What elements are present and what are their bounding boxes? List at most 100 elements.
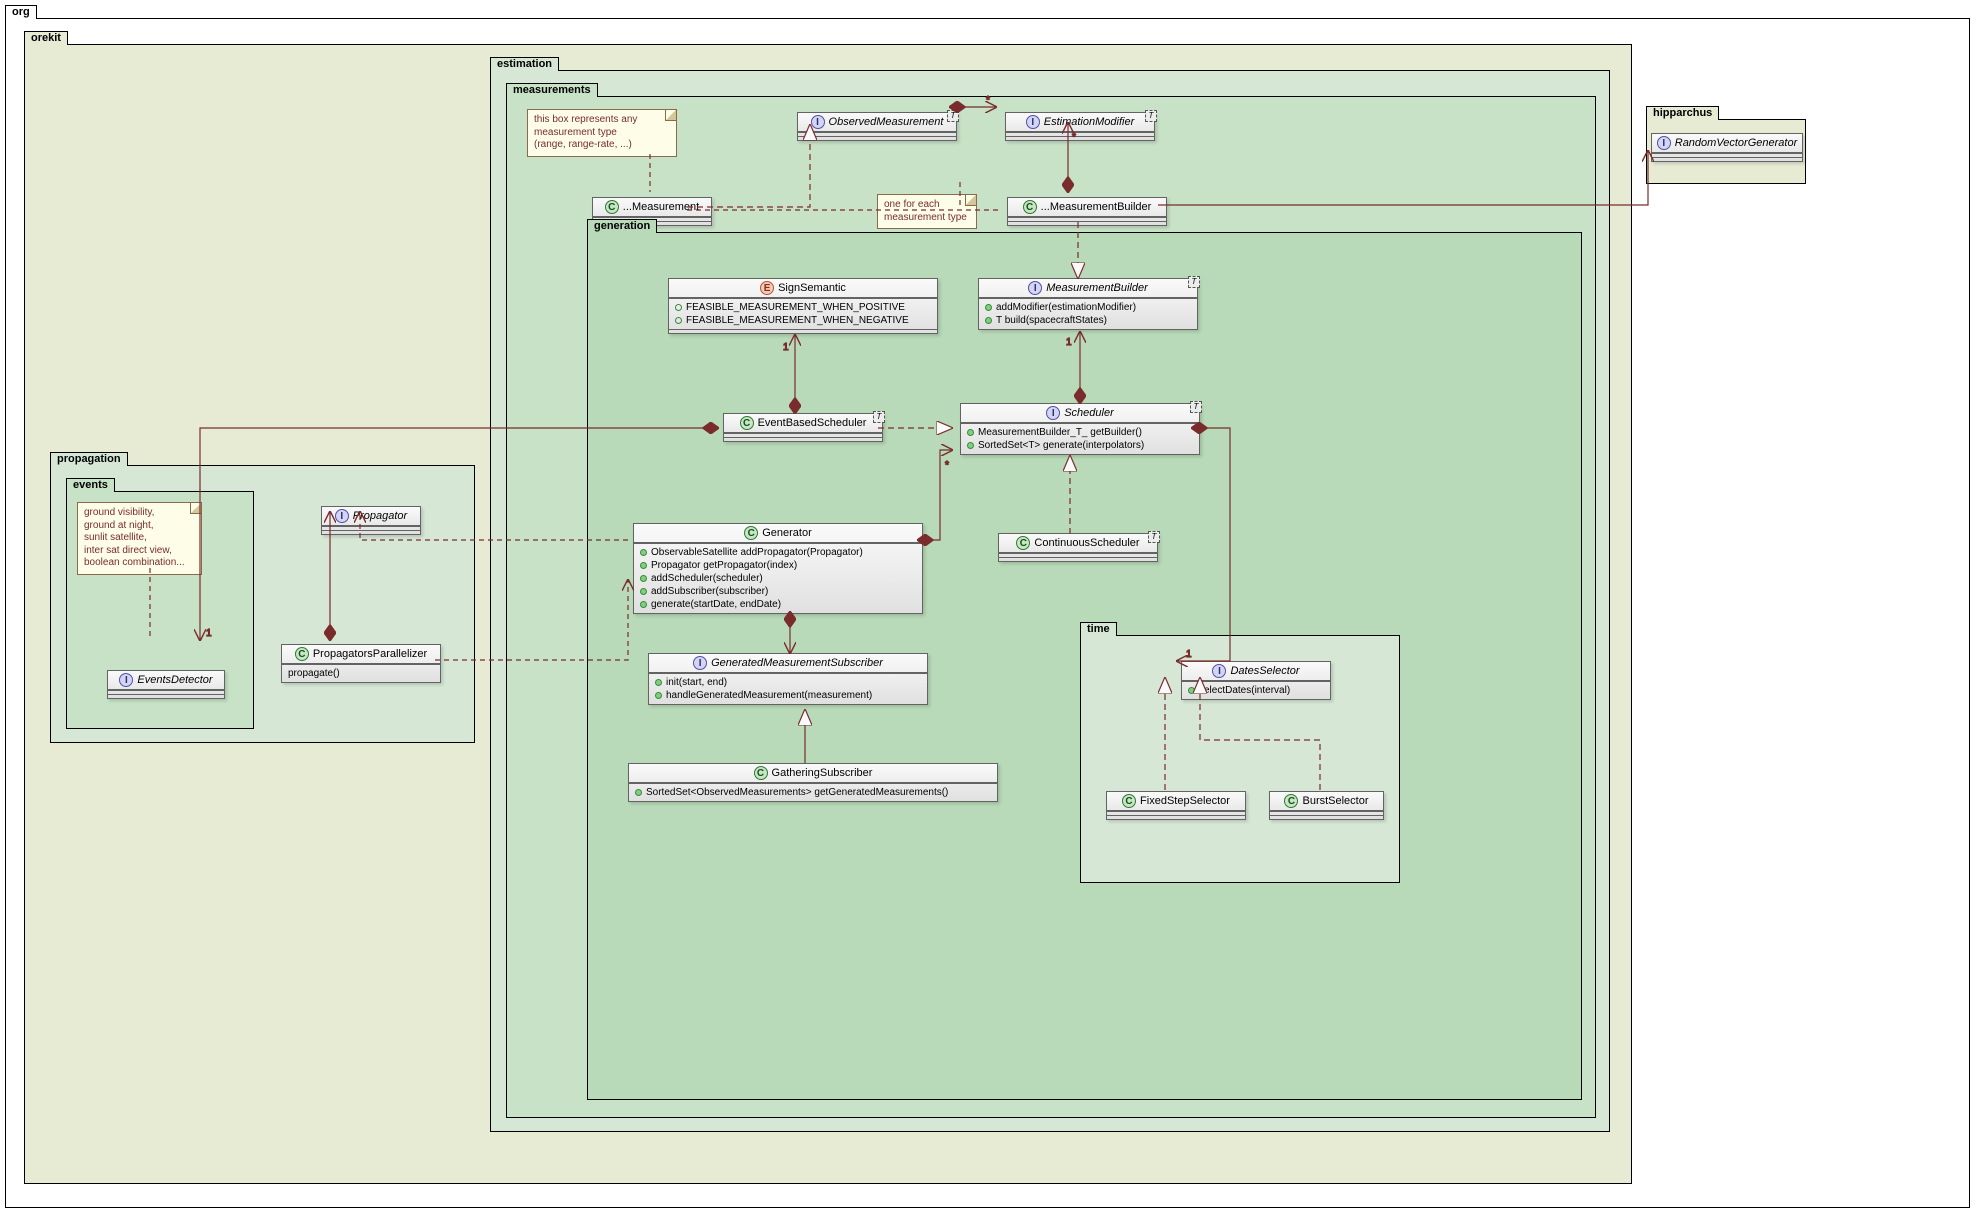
class-title: EstimationModifier: [1044, 116, 1134, 128]
member-dot: [985, 317, 992, 324]
interface-icon: I: [1026, 115, 1040, 129]
member-dot: [655, 692, 662, 699]
class-continuous-scheduler: T C ContinuousScheduler: [998, 533, 1158, 562]
member: addModifier(estimationModifier): [996, 302, 1136, 313]
class-propagator: I Propagator: [321, 506, 421, 535]
member: Propagator getPropagator(index): [651, 560, 797, 571]
package-hipparchus: hipparchus IRandomVectorGenerator: [1646, 119, 1806, 184]
class-title: BurstSelector: [1302, 795, 1368, 807]
class-title: Generator: [762, 527, 812, 539]
class-estimation-modifier: T IEstimationModifier: [1005, 112, 1155, 141]
class-title: ...Measurement: [623, 201, 699, 213]
member: addSubscriber(subscriber): [651, 586, 768, 597]
class-title: ObservedMeasurement: [829, 116, 944, 128]
class-generated-measurement-subscriber: IGeneratedMeasurementSubscriber init(sta…: [648, 653, 928, 705]
member-dot: [655, 679, 662, 686]
member: addScheduler(scheduler): [651, 573, 763, 584]
class-title: PropagatorsParallelizer: [313, 648, 427, 660]
class-icon: C: [744, 526, 758, 540]
member: generate(startDate, endDate): [651, 599, 781, 610]
class-title: DatesSelector: [1230, 665, 1299, 677]
class-title: GatheringSubscriber: [772, 767, 873, 779]
member: T build(spacecraftStates): [996, 315, 1107, 326]
package-estimation: estimation measurements this box represe…: [490, 70, 1610, 1132]
package-orekit: orekit estimation measurements this box …: [24, 44, 1632, 1184]
class-icon: C: [740, 416, 754, 430]
member-dot: [1188, 687, 1195, 694]
class-measurement-builder-concrete: C ...MeasurementBuilder: [1007, 197, 1167, 226]
interface-icon: I: [811, 115, 825, 129]
member-dot: [985, 304, 992, 311]
member-dot: [675, 317, 682, 324]
note-measurement-type: this box represents any measurement type…: [527, 109, 677, 157]
package-tab-estimation: estimation: [490, 57, 559, 71]
package-time: time IDatesSelector selectDates(interval…: [1080, 635, 1400, 883]
package-tab-generation: generation: [587, 219, 657, 233]
package-measurements: measurements this box represents any mea…: [506, 96, 1596, 1118]
note-events: ground visibility, ground at night, sunl…: [77, 502, 202, 575]
class-gathering-subscriber: C GatheringSubscriber SortedSet<ObservedM…: [628, 763, 998, 802]
class-scheduler: T I Scheduler MeasurementBuilder_T_ getBu…: [960, 403, 1200, 455]
package-tab-hipparchus: hipparchus: [1646, 106, 1719, 120]
class-icon: C: [1284, 794, 1298, 808]
package-propagation: propagation events ground visibility, gr…: [50, 465, 475, 743]
class-title: ContinuousScheduler: [1034, 537, 1139, 549]
member-dot: [967, 442, 974, 449]
member-dot: [967, 429, 974, 436]
template-badge: T: [947, 110, 959, 122]
template-badge: T: [1148, 531, 1160, 543]
class-title: EventsDetector: [137, 674, 212, 686]
class-title: ...MeasurementBuilder: [1041, 201, 1152, 213]
class-title: SignSemantic: [778, 282, 846, 294]
class-icon: C: [1122, 794, 1136, 808]
interface-icon: I: [1657, 136, 1671, 150]
member: SortedSet<ObservedMeasurements> getGener…: [646, 787, 948, 798]
member: init(start, end): [666, 677, 727, 688]
package-tab-propagation: propagation: [50, 452, 128, 466]
template-badge: T: [873, 411, 885, 423]
member-dot: [640, 562, 647, 569]
class-observed-measurement: T I ObservedMeasurement: [797, 112, 957, 141]
interface-icon: I: [335, 509, 349, 523]
class-fixed-step-selector: C FixedStepSelector: [1106, 791, 1246, 820]
member-dot: [640, 588, 647, 595]
interface-icon: I: [1212, 664, 1226, 678]
class-icon: C: [1023, 200, 1037, 214]
member: FEASIBLE_MEASUREMENT_WHEN_NEGATIVE: [686, 315, 909, 326]
member: handleGeneratedMeasurement(measurement): [666, 690, 872, 701]
member: MeasurementBuilder_T_ getBuilder(): [978, 427, 1142, 438]
class-title: Scheduler: [1064, 407, 1114, 419]
member-dot: [635, 789, 642, 796]
class-icon: C: [1016, 536, 1030, 550]
member: ObservableSatellite addPropagator(Propag…: [651, 547, 863, 558]
member-dot: [675, 304, 682, 311]
class-dates-selector: I DatesSelector selectDates(interval): [1181, 661, 1331, 700]
class-event-based-scheduler: T C EventBasedScheduler: [723, 413, 883, 442]
package-org: org orekit estimation measurements this …: [5, 18, 1970, 1208]
template-badge: T: [1190, 401, 1202, 413]
class-burst-selector: C BurstSelector: [1269, 791, 1384, 820]
interface-icon: I: [1046, 406, 1060, 420]
enum-icon: E: [760, 281, 774, 295]
class-icon: C: [605, 200, 619, 214]
class-title: EventBasedScheduler: [758, 417, 867, 429]
class-icon: C: [754, 766, 768, 780]
class-title: GeneratedMeasurementSubscriber: [711, 657, 883, 669]
package-tab-measurements: measurements: [506, 83, 598, 97]
class-propagators-parallelizer: CPropagatorsParallelizer propagate(): [281, 644, 441, 683]
package-events: events ground visibility, ground at nigh…: [66, 491, 254, 729]
interface-icon: I: [119, 673, 133, 687]
class-title: FixedStepSelector: [1140, 795, 1230, 807]
template-badge: T: [1188, 276, 1200, 288]
member: propagate(): [288, 667, 434, 680]
member-dot: [640, 575, 647, 582]
member: FEASIBLE_MEASUREMENT_WHEN_POSITIVE: [686, 302, 905, 313]
package-tab-org: org: [5, 5, 37, 19]
class-title: Propagator: [353, 510, 407, 522]
class-title: RandomVectorGenerator: [1675, 137, 1798, 149]
member: SortedSet<T> generate(interpolators): [978, 440, 1144, 451]
member-dot: [640, 549, 647, 556]
package-tab-orekit: orekit: [24, 31, 68, 45]
member: selectDates(interval): [1199, 685, 1290, 696]
class-generator: C Generator ObservableSatellite addPropag…: [633, 523, 923, 614]
